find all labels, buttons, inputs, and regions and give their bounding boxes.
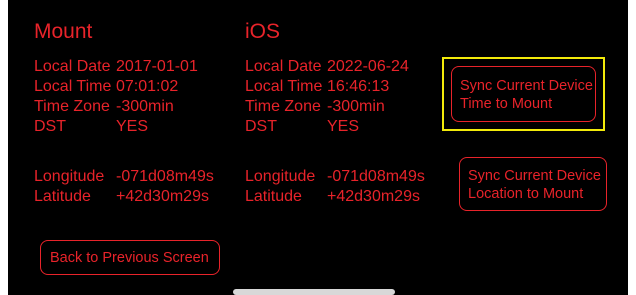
mount-sync-screen: Mount Local Date 2017-01-01 Local Time 0… xyxy=(8,0,628,295)
ios-longitude-value: -071d08m49s xyxy=(327,168,425,185)
back-button-label: Back to Previous Screen xyxy=(50,250,209,266)
back-button[interactable]: Back to Previous Screen xyxy=(40,240,220,275)
mount-local-date-value: 2017-01-01 xyxy=(116,58,198,75)
mount-local-time-label: Local Time xyxy=(34,78,112,95)
ios-latitude-label: Latitude xyxy=(245,188,302,205)
ios-time-zone-label: Time Zone xyxy=(245,98,321,115)
ios-dst-label: DST xyxy=(245,118,277,135)
ios-local-time-value: 16:46:13 xyxy=(327,78,390,95)
mount-longitude-value: -071d08m49s xyxy=(116,168,214,185)
mount-latitude-label: Latitude xyxy=(34,188,91,205)
mount-local-date-label: Local Date xyxy=(34,58,111,75)
ios-local-date-value: 2022-06-24 xyxy=(327,58,409,75)
mount-dst-label: DST xyxy=(34,118,66,135)
mount-latitude-value: +42d30m29s xyxy=(116,188,209,205)
ios-heading: iOS xyxy=(245,20,281,43)
ios-longitude-label: Longitude xyxy=(245,168,316,185)
ios-local-time-label: Local Time xyxy=(245,78,323,95)
mount-dst-value: YES xyxy=(116,118,149,135)
mount-time-zone-label: Time Zone xyxy=(34,98,110,115)
home-indicator[interactable] xyxy=(233,289,395,295)
sync-location-button[interactable]: Sync Current Device Location to Mount xyxy=(459,157,607,211)
ios-dst-value: YES xyxy=(327,118,360,135)
sync-time-button-label: Sync Current Device Time to Mount xyxy=(460,78,593,112)
ios-time-zone-value: -300min xyxy=(327,98,385,115)
mount-time-zone-value: -300min xyxy=(116,98,174,115)
sync-time-button[interactable]: Sync Current Device Time to Mount xyxy=(451,66,596,122)
mount-longitude-label: Longitude xyxy=(34,168,105,185)
sync-location-button-label: Sync Current Device Location to Mount xyxy=(468,168,601,202)
ios-local-date-label: Local Date xyxy=(245,58,322,75)
ios-latitude-value: +42d30m29s xyxy=(327,188,420,205)
mount-heading: Mount xyxy=(34,20,93,43)
mount-local-time-value: 07:01:02 xyxy=(116,78,179,95)
